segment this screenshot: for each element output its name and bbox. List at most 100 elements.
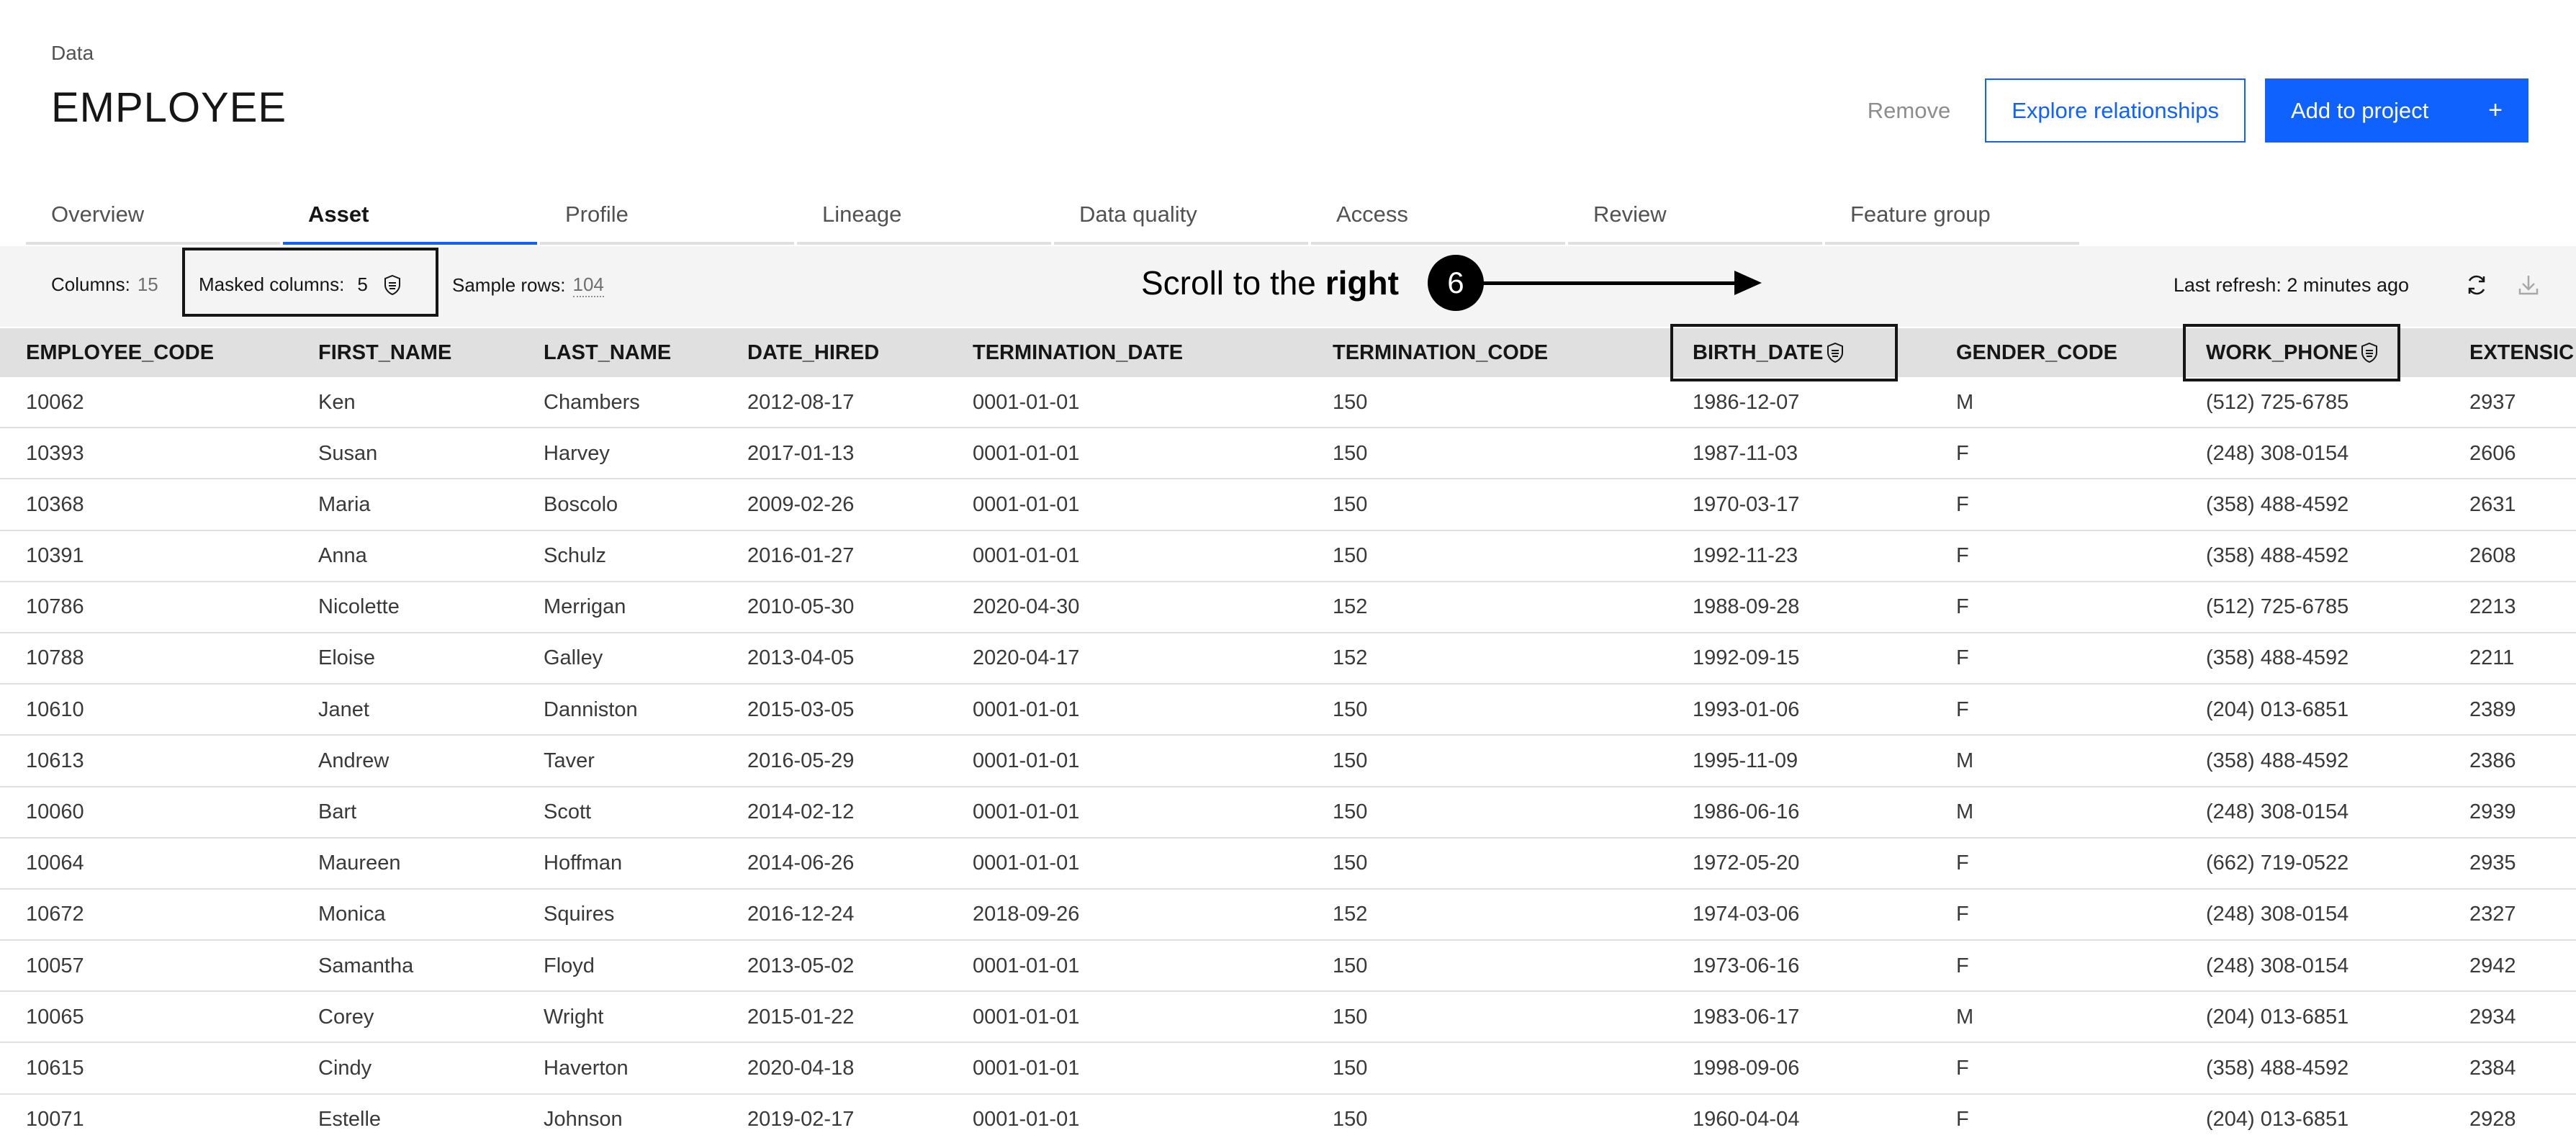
table-row[interactable]: 10057 Samantha Floyd 2013-05-02 0001-01-01 15… (0, 941, 2576, 993)
scroll-annotation: Scroll to the right 6 (1141, 250, 1762, 315)
table-cell-employee-code: 10672 (26, 903, 84, 926)
table-cell-last-name: Chambers (544, 390, 640, 414)
table-body: 10062 Ken Chambers 2012-08-17 0001-01-01 150 1… (0, 377, 2576, 1143)
table-row[interactable]: 10064 Maureen Hoffman 2014-06-26 0001-01-01 1… (0, 839, 2576, 890)
masked-column-highlight (2183, 324, 2400, 381)
download-icon[interactable] (2516, 272, 2541, 298)
table-cell-date-hired: 2013-04-05 (747, 646, 855, 670)
table-cell-employee-code: 10368 (26, 492, 84, 516)
table-cell-last-name: Hoffman (544, 851, 623, 875)
explore-relationships-button[interactable]: Explore relationships (1985, 78, 2246, 143)
masked-columns-count[interactable]: Masked columns: 5 (199, 274, 401, 296)
table-cell-gender-code: F (1956, 441, 1969, 465)
columns-label: Columns: (51, 274, 130, 295)
table-cell-termination-code: 150 (1333, 851, 1368, 875)
table-cell-employee-code: 10064 (26, 851, 84, 875)
table-cell-first-name: Eloise (318, 646, 375, 670)
column-header-employee-code[interactable]: EMPLOYEE_CODE (26, 328, 214, 377)
columns-value: 15 (137, 274, 158, 295)
table-cell-termination-date: 0001-01-01 (973, 800, 1080, 823)
column-header-label: TERMINATION_DATE (973, 340, 1184, 364)
table-cell-date-hired: 2010-05-30 (747, 595, 855, 619)
tab-asset[interactable]: Asset (283, 193, 537, 245)
breadcrumb[interactable]: Data (51, 42, 94, 65)
table-cell-last-name: Haverton (544, 1056, 629, 1080)
table-cell-work-phone: (358) 488-4592 (2206, 492, 2349, 516)
table-cell-first-name: Andrew (318, 749, 389, 772)
page-title: EMPLOYEE (51, 84, 287, 131)
table-row[interactable]: 10391 Anna Schulz 2016-01-27 0001-01-01 150 19… (0, 531, 2576, 582)
table-cell-employee-code: 10065 (26, 1005, 84, 1029)
table-cell-employee-code: 10788 (26, 646, 84, 670)
table-cell-extensic: 2934 (2469, 1005, 2516, 1029)
table-row[interactable]: 10071 Estelle Johnson 2019-02-17 0001-01-01 1… (0, 1095, 2576, 1143)
table-row[interactable]: 10062 Ken Chambers 2012-08-17 0001-01-01 150 1… (0, 377, 2576, 429)
column-header-label: LAST_NAME (544, 340, 672, 364)
table-cell-birth-date: 1998-09-06 (1693, 1056, 1800, 1080)
column-header-label: GENDER_CODE (1956, 340, 2117, 364)
table-row[interactable]: 10610 Janet Danniston 2015-03-05 0001-01-01 1… (0, 685, 2576, 736)
columns-count: Columns: 15 (51, 274, 158, 296)
table-cell-last-name: Harvey (544, 441, 610, 465)
column-header-extensic[interactable]: EXTENSIC (2469, 328, 2574, 377)
tab-review[interactable]: Review (1568, 193, 1822, 245)
tab-list: Overview Asset Profile Lineage Data quality A… (26, 193, 2079, 245)
table-row[interactable]: 10065 Corey Wright 2015-01-22 0001-01-01 150 1… (0, 992, 2576, 1044)
table-cell-work-phone: (512) 725-6785 (2206, 390, 2349, 414)
table-row[interactable]: 10615 Cindy Haverton 2020-04-18 0001-01-01 15… (0, 1043, 2576, 1095)
table-cell-termination-code: 152 (1333, 903, 1368, 926)
table-cell-date-hired: 2015-03-05 (747, 697, 855, 721)
refresh-area: Last refresh: 2 minutes ago (2174, 271, 2541, 299)
column-header-label: EXTENSIC (2469, 340, 2575, 364)
table-cell-birth-date: 1993-01-06 (1693, 697, 1800, 721)
tab-overview[interactable]: Overview (26, 193, 280, 245)
tab-lineage[interactable]: Lineage (797, 193, 1051, 245)
column-header-date-hired[interactable]: DATE_HIRED (747, 328, 879, 377)
table-cell-gender-code: M (1956, 390, 1974, 414)
table-cell-work-phone: (204) 013-6851 (2206, 1108, 2349, 1131)
table-cell-last-name: Wright (544, 1005, 604, 1029)
arrow-right-icon (1480, 268, 1762, 297)
tab-profile[interactable]: Profile (540, 193, 794, 245)
tab-data-quality[interactable]: Data quality (1054, 193, 1308, 245)
table-cell-last-name: Schulz (544, 544, 607, 568)
table-cell-last-name: Floyd (544, 954, 595, 977)
column-header-last-name[interactable]: LAST_NAME (544, 328, 671, 377)
tab-access[interactable]: Access (1311, 193, 1565, 245)
remove-button[interactable]: Remove (1842, 78, 1976, 143)
tab-feature-group[interactable]: Feature group (1825, 193, 2079, 245)
table-cell-extensic: 2606 (2469, 441, 2516, 465)
table-row[interactable]: 10788 Eloise Galley 2013-04-05 2020-04-17 152… (0, 633, 2576, 685)
column-header-gender-code[interactable]: GENDER_CODE (1956, 328, 2117, 377)
table-row[interactable]: 10613 Andrew Taver 2016-05-29 0001-01-01 150 1… (0, 736, 2576, 787)
table-cell-work-phone: (248) 308-0154 (2206, 441, 2349, 465)
table-cell-birth-date: 1973-06-16 (1693, 954, 1800, 977)
table-row[interactable]: 10672 Monica Squires 2016-12-24 2018-09-26 15… (0, 890, 2576, 941)
column-header-termination-date[interactable]: TERMINATION_DATE (973, 328, 1183, 377)
table-cell-work-phone: (512) 725-6785 (2206, 595, 2349, 619)
table-cell-termination-code: 150 (1333, 749, 1368, 772)
column-header-termination-code[interactable]: TERMINATION_CODE (1333, 328, 1548, 377)
column-header-label: FIRST_NAME (318, 340, 452, 364)
column-header-first-name[interactable]: FIRST_NAME (318, 328, 451, 377)
table-cell-work-phone: (662) 719-0522 (2206, 851, 2349, 875)
shield-icon (384, 274, 400, 295)
table-row[interactable]: 10060 Bart Scott 2014-02-12 0001-01-01 150 198… (0, 787, 2576, 839)
table-cell-date-hired: 2019-02-17 (747, 1108, 855, 1131)
table-cell-first-name: Bart (318, 800, 357, 823)
table-cell-termination-date: 0001-01-01 (973, 954, 1080, 977)
last-refresh-text: Last refresh: 2 minutes ago (2173, 274, 2409, 296)
sample-value[interactable]: 104 (572, 274, 604, 297)
sample-rows-count[interactable]: Sample rows: 104 (452, 274, 604, 297)
table-row[interactable]: 10368 Maria Boscolo 2009-02-26 0001-01-01 150… (0, 479, 2576, 531)
table-row[interactable]: 10393 Susan Harvey 2017-01-13 0001-01-01 150 1… (0, 428, 2576, 480)
add-to-project-button[interactable]: Add to project + (2265, 78, 2528, 143)
table-cell-termination-date: 0001-01-01 (973, 544, 1080, 568)
refresh-icon[interactable] (2464, 272, 2490, 298)
table-cell-gender-code: F (1956, 1056, 1969, 1080)
table-row[interactable]: 10786 Nicolette Merrigan 2010-05-30 2020-04-… (0, 582, 2576, 633)
table-cell-extensic: 2384 (2469, 1056, 2516, 1080)
sample-label: Sample rows: (452, 274, 566, 296)
table-cell-date-hired: 2016-01-27 (747, 544, 855, 568)
column-header-label: TERMINATION_CODE (1333, 340, 1549, 364)
